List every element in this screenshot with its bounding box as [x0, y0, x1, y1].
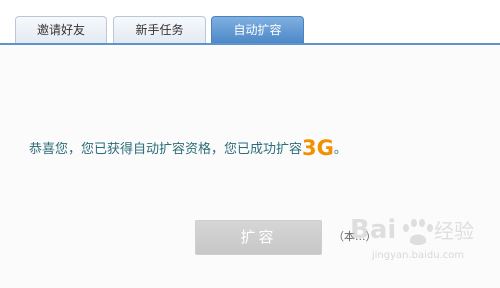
message-suffix: 。	[333, 142, 347, 157]
expanded-amount: 3G	[302, 136, 334, 160]
svg-text:Bai: Bai	[350, 215, 396, 245]
congratulation-message: 恭喜您，您已获得自动扩容资格，您已成功扩容3G。	[29, 133, 347, 163]
baidu-watermark: Bai 经验 jingyan.baidu.com	[348, 208, 488, 272]
message-text: 恭喜您，您已获得自动扩容资格，您已成功扩容	[29, 142, 303, 157]
tab-auto-expand[interactable]: 自动扩容	[211, 16, 304, 43]
tab-newbie-tasks[interactable]: 新手任务	[113, 16, 206, 43]
auto-expand-panel: 邀请好友 新手任务 自动扩容 恭喜您，您已获得自动扩容资格，您已成功扩容3G。 …	[0, 0, 500, 288]
watermark-url: jingyan.baidu.com	[371, 250, 465, 261]
tab-bar: 邀请好友 新手任务 自动扩容	[0, 0, 500, 45]
svg-text:经验: 经验	[434, 219, 474, 243]
expand-button[interactable]: 扩容	[195, 220, 322, 255]
baidu-paw-icon: Bai 经验	[350, 215, 474, 245]
tab-invite-friends[interactable]: 邀请好友	[15, 16, 107, 43]
